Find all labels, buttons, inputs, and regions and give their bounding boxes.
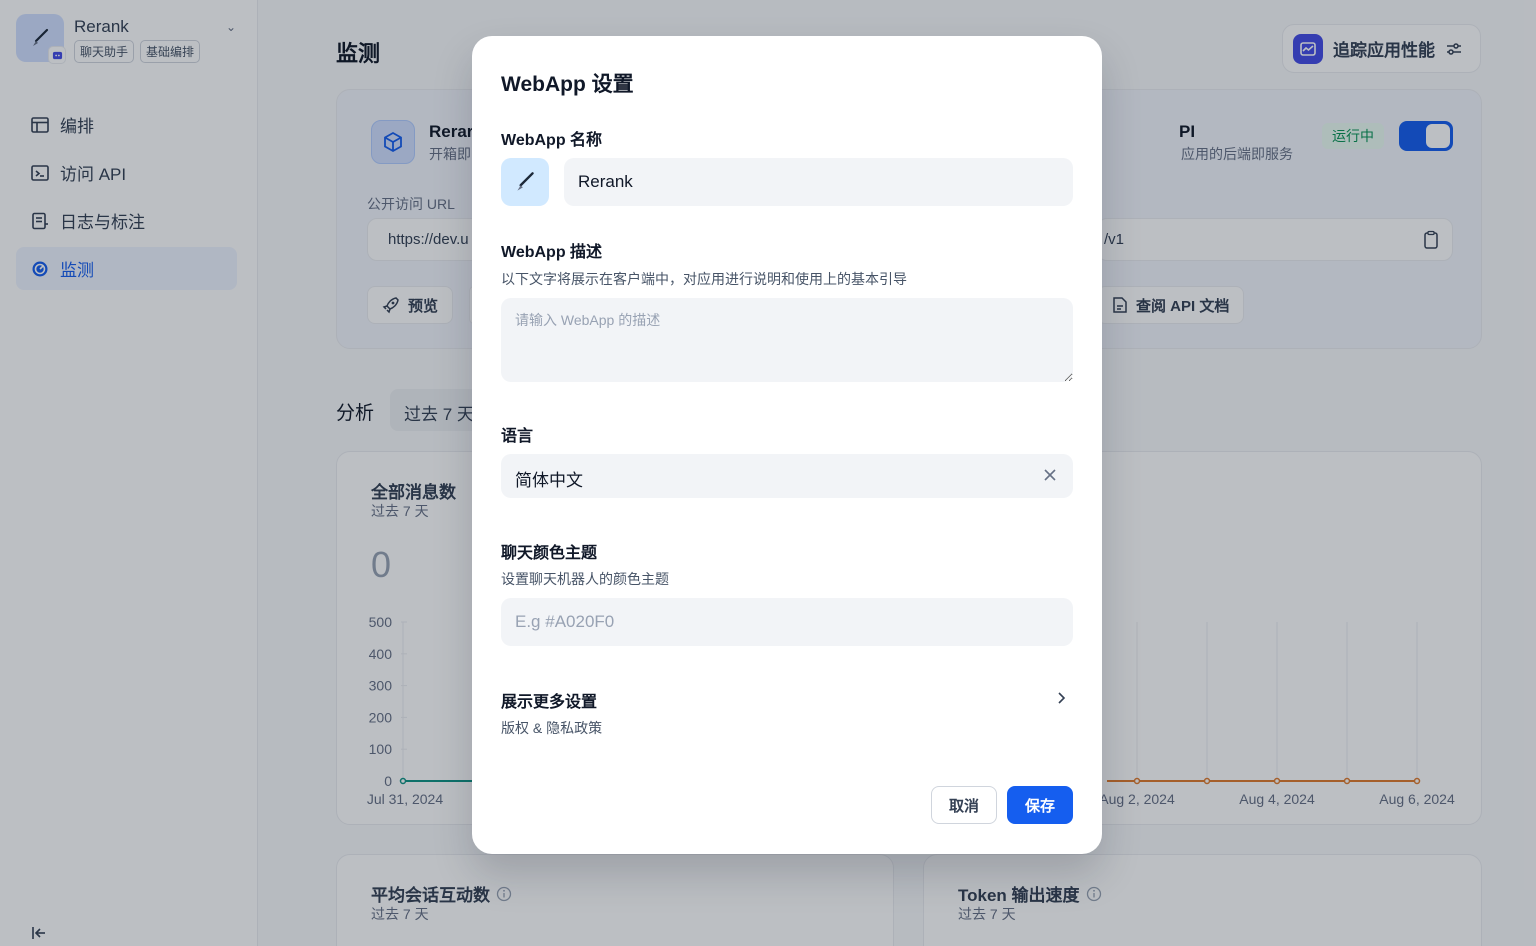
save-button[interactable]: 保存 [1007,786,1073,824]
color-theme-label: 聊天颜色主题 [501,545,598,562]
language-value: 简体中文 [515,471,583,490]
brush-icon [517,172,534,191]
clear-icon[interactable] [1041,466,1059,484]
webapp-name-input[interactable] [564,158,1073,206]
color-theme-input[interactable] [501,598,1073,646]
webapp-settings-modal: WebApp 设置 WebApp 名称 WebApp 描述 以下文字将展示在客户… [472,36,1102,854]
webapp-desc-label: WebApp 描述 [501,244,603,261]
language-select[interactable]: 简体中文 [501,454,1073,498]
chevron-right-icon [1058,692,1066,704]
webapp-name-label: WebApp 名称 [501,132,603,149]
cancel-button[interactable]: 取消 [931,786,997,824]
more-settings-sub: 版权 & 隐私政策 [501,720,603,736]
language-label: 语言 [501,428,534,445]
webapp-desc-textarea[interactable] [501,298,1073,382]
more-settings-toggle[interactable]: 展示更多设置 版权 & 隐私政策 [501,686,1073,742]
webapp-desc-help: 以下文字将展示在客户端中，对应用进行说明和使用上的基本引导 [501,271,907,287]
more-settings-label: 展示更多设置 [501,694,598,711]
color-theme-help: 设置聊天机器人的颜色主题 [501,571,669,587]
modal-title: WebApp 设置 [501,73,634,96]
app-icon-picker[interactable] [501,158,549,206]
